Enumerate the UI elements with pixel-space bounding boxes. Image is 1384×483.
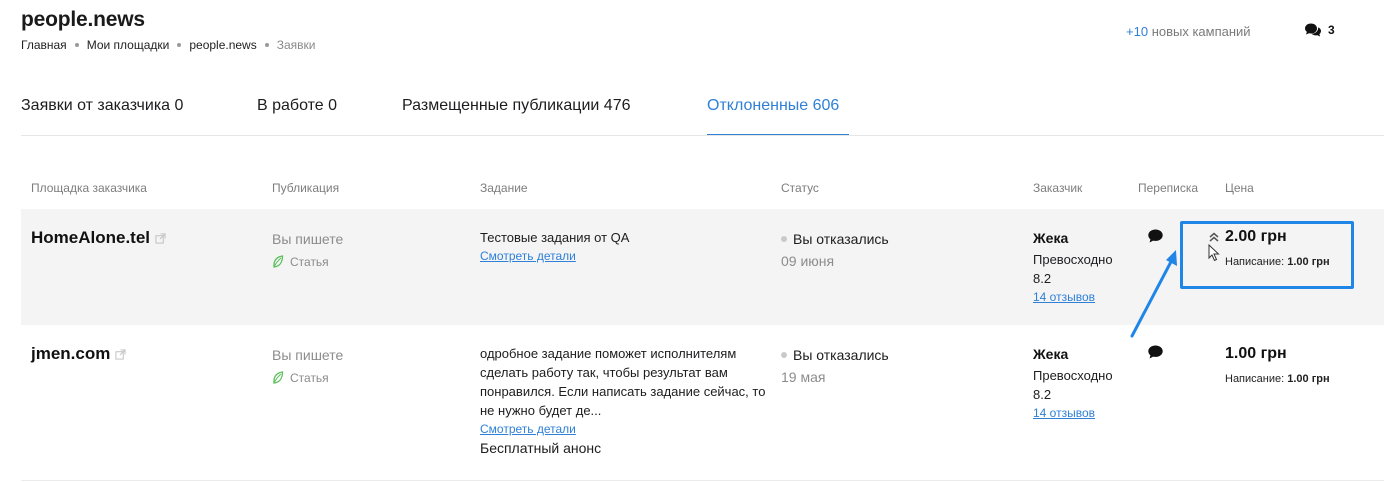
publication-type: Статья [272, 255, 343, 269]
breadcrumb-item-my-platforms[interactable]: Мои площадки [87, 38, 170, 52]
breadcrumb: Главная Мои площадки people.news Заявки [21, 38, 315, 52]
status-cell: Вы отказались 09 июня [781, 231, 889, 269]
chat-bubbles-icon [1305, 23, 1321, 37]
task-cell: одробное задание поможет исполнителям сд… [480, 344, 770, 456]
customer-reviews-link[interactable]: 14 отзывов [1033, 406, 1095, 420]
column-header-publication: Публикация [272, 181, 340, 195]
annotation-arrow-icon [1130, 250, 1177, 338]
customer-rating-value: 8.2 [1033, 271, 1052, 286]
mouse-cursor-icon [1208, 244, 1220, 262]
price-detail-value: 1.00 грн [1287, 373, 1330, 385]
status: Вы отказались [781, 231, 889, 247]
view-details-link[interactable]: Смотреть детали [480, 420, 770, 438]
status-text: Вы отказались [793, 231, 889, 247]
messages-count: 3 [1328, 23, 1335, 37]
customer-reviews-link[interactable]: 14 отзывов [1033, 290, 1095, 304]
breadcrumb-item-home[interactable]: Главная [21, 38, 67, 52]
task-text: одробное задание поможет исполнителям сд… [480, 346, 766, 418]
chat-button[interactable] [1147, 344, 1164, 365]
task-extra-option: Бесплатный анонс [480, 440, 602, 456]
customer-cell: Жека Превосходно 8.2 14 отзывов [1033, 346, 1113, 422]
status-date: 19 мая [781, 369, 826, 385]
breadcrumb-separator [264, 43, 269, 47]
platform-name-text[interactable]: jmen.com [31, 344, 110, 364]
leaf-icon [273, 371, 284, 384]
status: Вы отказались [781, 347, 889, 363]
status-cell: Вы отказались 19 мая [781, 347, 889, 385]
price-detail-label: Написание: [1225, 373, 1285, 385]
price-cell: 1.00 грн Написание: 1.00 грн [1225, 345, 1330, 385]
customer-rating-value: 8.2 [1033, 387, 1052, 402]
column-header-platform: Площадка заказчика [31, 181, 147, 195]
price-value: 1.00 грн [1225, 345, 1287, 362]
column-header-price: Цена [1225, 181, 1254, 195]
column-header-task: Задание [480, 181, 528, 195]
new-campaigns-link[interactable]: +10 новых кампаний [1126, 24, 1251, 39]
platform-name[interactable]: HomeAlone.tel [31, 228, 166, 248]
task-cell: Тестовые задания от QA Смотреть детали [480, 228, 765, 265]
tabs-bar: Заявки от заказчика 0 В работе 0 Размеще… [21, 97, 1384, 139]
tab-published[interactable]: Размещенные публикации 476 [402, 97, 630, 115]
status-dot [781, 236, 787, 242]
breadcrumb-item-current: Заявки [276, 38, 316, 52]
status-dot [781, 352, 787, 358]
tabs-divider [21, 135, 1384, 136]
price-highlight-annotation [1180, 221, 1354, 289]
publication-writer: Вы пишете [272, 231, 344, 247]
tab-in-progress[interactable]: В работе 0 [257, 97, 337, 115]
column-header-status: Статус [781, 181, 819, 195]
breadcrumb-separator [177, 43, 182, 47]
platform-name-text[interactable]: HomeAlone.tel [31, 228, 150, 248]
new-campaigns-count: +10 [1126, 24, 1149, 39]
tab-customer-requests[interactable]: Заявки от заказчика 0 [21, 97, 183, 115]
view-details-link[interactable]: Смотреть детали [480, 247, 765, 265]
messages-indicator[interactable]: 3 [1304, 22, 1335, 38]
price: 1.00 грн [1225, 345, 1330, 363]
breadcrumb-item-site[interactable]: people.news [189, 38, 256, 52]
publication-writer: Вы пишете [272, 347, 344, 363]
column-header-customer: Заказчик [1033, 181, 1083, 195]
customer-cell: Жека Превосходно 8.2 14 отзывов [1033, 230, 1113, 306]
column-header-messages: Переписка [1138, 181, 1199, 195]
publication-type-label: Статья [290, 371, 329, 385]
customer-name: Жека [1033, 230, 1069, 246]
publication-cell: Вы пишете Статья [272, 231, 343, 269]
tab-rejected[interactable]: Отклоненные 606 [707, 97, 839, 115]
leaf-icon [273, 255, 284, 268]
status-text: Вы отказались [793, 347, 889, 363]
table-row: jmen.com Вы пишете Статья одробное задан… [21, 325, 1384, 481]
publication-type-label: Статья [290, 255, 329, 269]
site-title: people.news [21, 8, 145, 31]
new-campaigns-label: новых кампаний [1151, 24, 1251, 39]
breadcrumb-separator [74, 43, 79, 47]
price-detail: Написание: 1.00 грн [1225, 373, 1330, 385]
external-link-icon[interactable] [155, 232, 166, 244]
publication-type: Статья [272, 371, 343, 385]
customer-name: Жека [1033, 346, 1069, 362]
publication-cell: Вы пишете Статья [272, 347, 343, 385]
status-date: 09 июня [781, 253, 835, 269]
chat-bubble-icon [1148, 345, 1163, 359]
platform-name[interactable]: jmen.com [31, 344, 126, 364]
customer-rating-label: Превосходно [1033, 252, 1113, 267]
customer-rating-label: Превосходно [1033, 368, 1113, 383]
task-text: Тестовые задания от QA [480, 230, 630, 245]
external-link-icon[interactable] [115, 348, 126, 360]
